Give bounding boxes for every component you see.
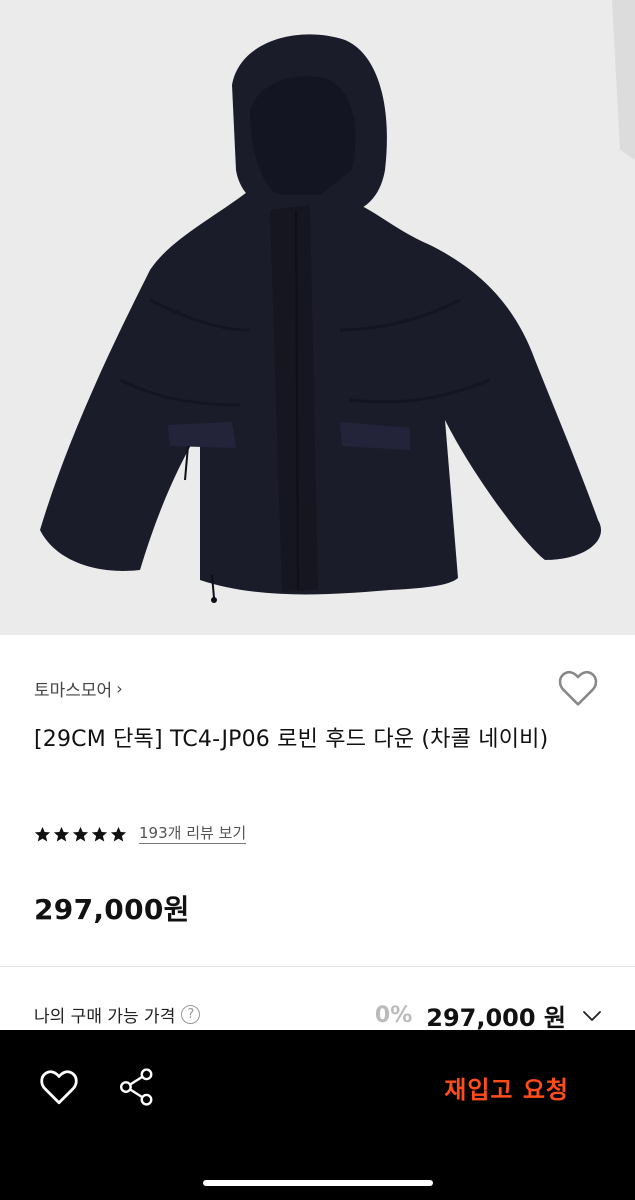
my-price-row[interactable]: 나의 구매 가능 가격 ? 0% 297,000 원 — [34, 998, 604, 1034]
my-price-value: 297,000 원 — [426, 1004, 566, 1032]
star-icon — [53, 826, 70, 841]
restock-request-button[interactable]: 재입고 요청 — [444, 1070, 569, 1105]
share-icon[interactable] — [118, 1066, 156, 1108]
help-icon[interactable]: ? — [181, 1005, 201, 1024]
brand-name: 토마스모어 — [34, 681, 113, 701]
star-icon — [72, 826, 89, 841]
bottom-action-bar — [0, 1030, 635, 1200]
product-image[interactable] — [0, 0, 635, 635]
star-icon — [110, 826, 127, 841]
product-title: [29CM 단독] TC4-JP06 로빈 후드 다운 (차콜 네이비) — [34, 727, 549, 752]
star-rating — [34, 826, 127, 843]
rating-row: 193개 리뷰 보기 — [34, 824, 247, 844]
my-price-values: 0% 297,000 원 — [375, 998, 604, 1033]
divider — [0, 966, 635, 967]
like-heart-icon[interactable] — [38, 1067, 80, 1107]
wishlist-heart-icon[interactable] — [556, 668, 600, 708]
star-icon — [34, 826, 51, 841]
my-price-label: 나의 구매 가능 가격 — [34, 1007, 176, 1027]
discount-rate: 0% — [374, 1003, 413, 1028]
brand-link[interactable]: 토마스모어 › — [34, 676, 123, 701]
review-link[interactable]: 193개 리뷰 보기 — [139, 824, 247, 844]
chevron-right-icon: › — [116, 679, 123, 698]
jacket-illustration — [0, 0, 635, 635]
my-price-label-group: 나의 구매 가능 가격 ? — [34, 1002, 201, 1027]
chevron-down-icon[interactable] — [580, 1004, 604, 1028]
star-icon — [91, 826, 108, 841]
home-indicator — [203, 1180, 433, 1186]
product-price: 297,000원 — [34, 893, 190, 926]
